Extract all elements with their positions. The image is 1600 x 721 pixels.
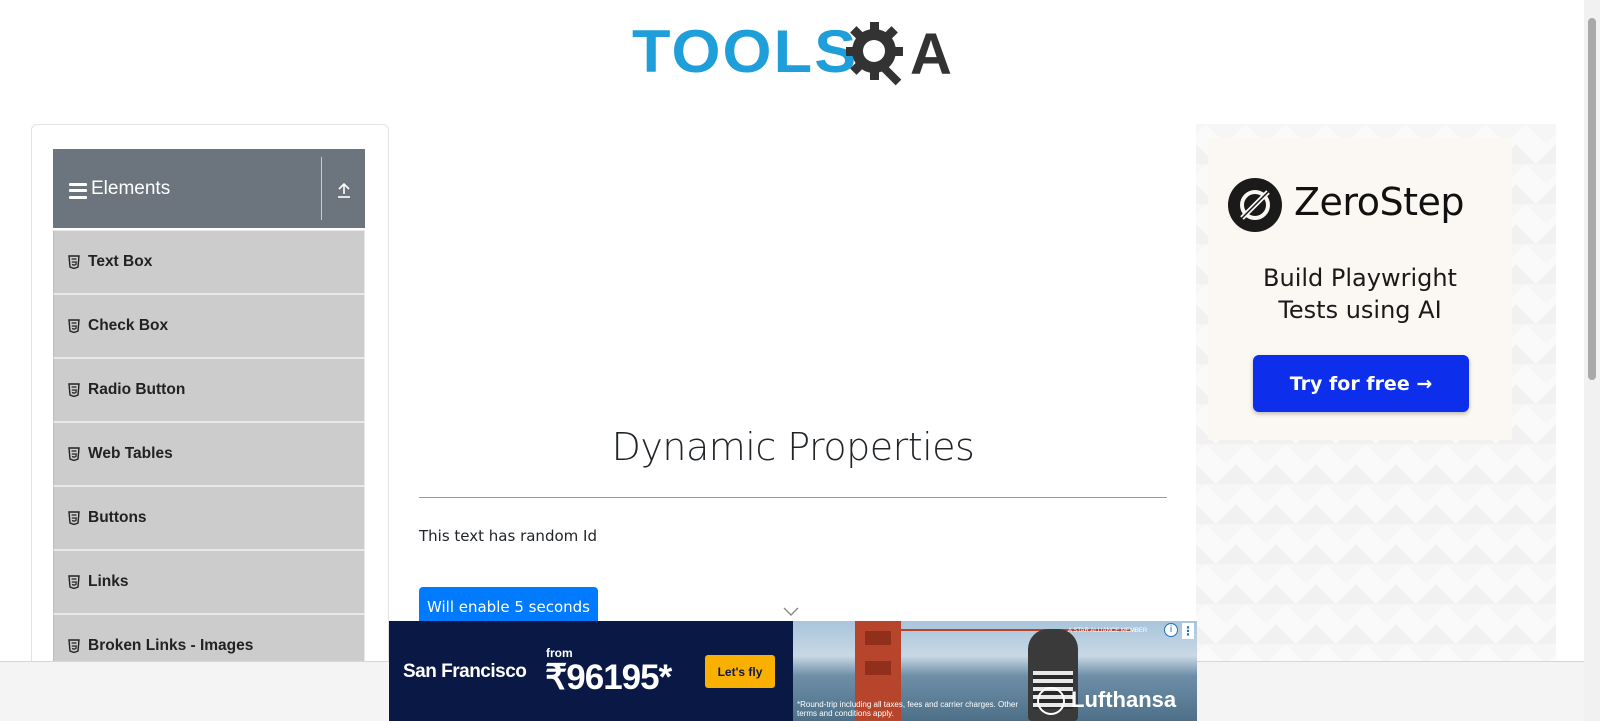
lets-fly-button[interactable]: Let's fly: [705, 655, 775, 688]
title-divider: [419, 497, 1167, 498]
sidebar-item-check-box[interactable]: Check Box: [53, 294, 365, 358]
bridge-cable-image: [901, 629, 1131, 689]
elements-group-header[interactable]: Elements: [53, 149, 365, 228]
collapse-arrow-icon[interactable]: [335, 181, 353, 199]
ad-headline-line1: Build Playwright: [1263, 264, 1457, 292]
html5-icon: [68, 575, 80, 589]
sidebar-item-label: Web Tables: [88, 445, 173, 462]
star-alliance-label: A STAR ALLIANCE MEMBER: [1068, 628, 1148, 634]
page-title: Dynamic Properties: [611, 425, 975, 469]
zerostep-logo-icon: [1228, 178, 1282, 232]
hamburger-icon: [69, 182, 87, 199]
sidebar-item-links[interactable]: Links: [53, 550, 365, 614]
html5-icon: [68, 383, 80, 397]
sidebar-item-label: Buttons: [88, 509, 147, 526]
html5-icon: [68, 511, 80, 525]
sidebar-item-label: Links: [88, 573, 129, 590]
ad-menu-icon[interactable]: ⋮: [1182, 623, 1194, 639]
banner-disclaimer: *Round-trip including all taxes, fees an…: [797, 700, 1018, 718]
ad-headline: Build Playwright Tests using AI: [1208, 262, 1512, 326]
sidebar-item-radio-button[interactable]: Radio Button: [53, 358, 365, 422]
sidebar-item-buttons[interactable]: Buttons: [53, 486, 365, 550]
banner-city: San Francisco: [403, 661, 527, 682]
html5-icon: [68, 639, 80, 653]
sidebar-item-label: Radio Button: [88, 381, 186, 398]
logo-text-a: A: [910, 22, 952, 87]
ad-info-icon[interactable]: i: [1164, 623, 1178, 637]
page: TOOLS A Elements Text Box Check Box Radi…: [0, 0, 1600, 721]
lufthansa-crane-icon: [1037, 687, 1065, 715]
html5-icon: [68, 255, 80, 269]
try-for-free-button[interactable]: Try for free →: [1253, 355, 1469, 412]
html5-icon: [68, 447, 80, 461]
scrollbar-thumb[interactable]: [1588, 18, 1596, 380]
banner-price: ₹96195*: [545, 658, 672, 697]
logo-text-tools: TOOLS: [632, 18, 859, 85]
sidebar-item-label: Text Box: [88, 253, 153, 270]
banner-photo: A STAR ALLIANCE MEMBER *Round-trip inclu…: [793, 621, 1197, 721]
banner-left-panel: San Francisco from ₹96195* Let's fly: [389, 621, 793, 721]
sidebar-item-text-box[interactable]: Text Box: [53, 230, 365, 294]
group-title: Elements: [91, 177, 171, 199]
banner-brand: Lufthansa: [1071, 687, 1177, 712]
toolsqa-logo[interactable]: TOOLS A: [632, 12, 956, 92]
ad-headline-line2: Tests using AI: [1278, 296, 1442, 324]
header-divider: [321, 157, 322, 220]
sidebar-item-label: Broken Links - Images: [88, 637, 254, 654]
chevron-down-icon[interactable]: [783, 607, 799, 617]
sidebar-item-label: Check Box: [88, 317, 169, 334]
lufthansa-banner-ad[interactable]: San Francisco from ₹96195* Let's fly A S…: [389, 621, 1197, 721]
ad-brand-name: ZeroStep: [1294, 180, 1464, 224]
html5-icon: [68, 319, 80, 333]
elements-menu-list: Text Box Check Box Radio Button Web Tabl…: [53, 230, 365, 678]
left-panel: Elements Text Box Check Box Radio Button: [31, 124, 389, 721]
random-id-text: This text has random Id: [419, 527, 597, 545]
gear-magnifier-icon: [846, 22, 903, 86]
sidebar-item-web-tables[interactable]: Web Tables: [53, 422, 365, 486]
